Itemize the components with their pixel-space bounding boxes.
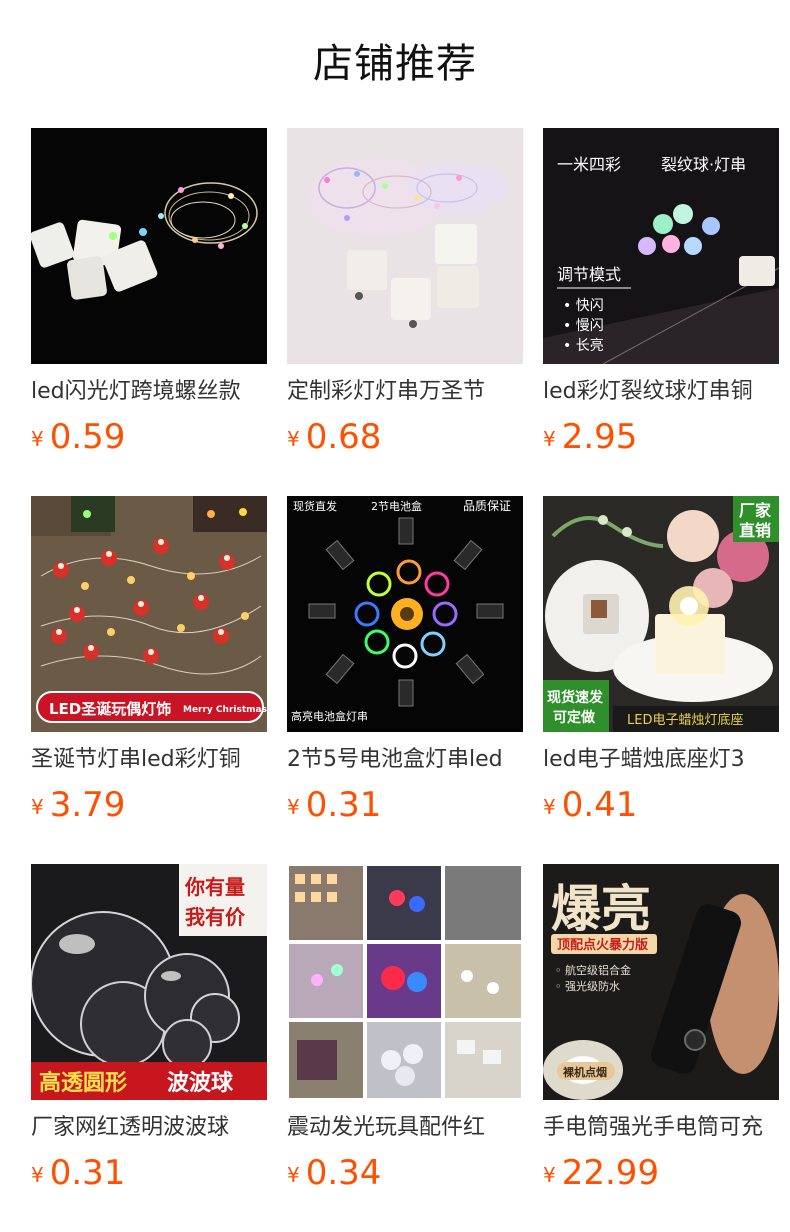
image-text: 我有价 xyxy=(185,905,246,929)
product-price: ¥3.79 xyxy=(31,782,125,828)
product-price: ¥0.31 xyxy=(287,782,381,828)
image-text: 厂家 xyxy=(739,501,772,520)
product-name[interactable]: 圣诞节灯串led彩灯铜 xyxy=(31,744,267,776)
price-value: 3.79 xyxy=(49,785,126,825)
image-text: 调节模式 xyxy=(557,265,621,284)
image-text: 你有量 xyxy=(184,875,245,899)
image-text: ◦ 航空级铝合金 xyxy=(555,963,631,977)
product-image-vibration-light-parts[interactable] xyxy=(287,864,523,1100)
image-text: 高透圆形 xyxy=(39,1070,127,1096)
currency-symbol: ¥ xyxy=(287,1163,300,1187)
product-name[interactable]: 厂家网红透明波波球 xyxy=(31,1112,267,1144)
product-image-crackle-ball-lights[interactable]: 一米四彩 裂纹球·灯串 调节模式 • 快闪 • 慢闪 • 长亮 xyxy=(543,128,779,364)
price-value: 0.59 xyxy=(49,417,126,457)
currency-symbol: ¥ xyxy=(31,795,44,819)
product-price: ¥22.99 xyxy=(543,1150,659,1196)
product-card[interactable]: 震动发光玩具配件红 ¥0.34 xyxy=(287,864,523,1194)
product-price: ¥0.34 xyxy=(287,1150,381,1196)
image-text: LED电子蜡烛灯底座 xyxy=(627,712,743,728)
product-price: ¥0.41 xyxy=(543,782,637,828)
price-value: 0.68 xyxy=(305,417,382,457)
image-text: 裸机点烟 xyxy=(563,1065,607,1079)
product-image-bobo-balloons[interactable]: 你有量 我有价 高透圆形 波波球 xyxy=(31,864,267,1100)
product-card[interactable]: 一米四彩 裂纹球·灯串 调节模式 • 快闪 • 慢闪 • 长亮 led彩灯裂纹球… xyxy=(543,128,779,458)
product-price: ¥2.95 xyxy=(543,414,637,460)
product-name[interactable]: 手电筒强光手电筒可充 xyxy=(543,1112,779,1144)
product-name[interactable]: led彩灯裂纹球灯串铜 xyxy=(543,376,779,408)
product-price: ¥0.31 xyxy=(31,1150,125,1196)
product-card[interactable]: 定制彩灯灯串万圣节 ¥0.68 xyxy=(287,128,523,458)
product-name[interactable]: 定制彩灯灯串万圣节 xyxy=(287,376,523,408)
product-card[interactable]: 现货直发 2节电池盒 品质保证 高亮电池盒灯串 2节5号电池盒灯串led ¥0.… xyxy=(287,496,523,826)
product-name[interactable]: 震动发光玩具配件红 xyxy=(287,1112,523,1144)
product-name[interactable]: 2节5号电池盒灯串led xyxy=(287,744,523,776)
image-text: 高亮电池盒灯串 xyxy=(291,709,368,723)
currency-symbol: ¥ xyxy=(543,1163,556,1187)
currency-symbol: ¥ xyxy=(31,427,44,451)
product-card[interactable]: 爆亮 顶配点火暴力版 ◦ 航空级铝合金 ◦ 强光级防水 裸机点烟 手电筒强光手电… xyxy=(543,864,779,1194)
product-name[interactable]: led电子蜡烛底座灯3 xyxy=(543,744,779,776)
product-card[interactable]: LED圣诞玩偶灯饰 Merry Christmas 圣诞节灯串led彩灯铜 ¥3… xyxy=(31,496,267,826)
image-text: 裂纹球·灯串 xyxy=(661,155,746,174)
product-image-santa-string-lights[interactable]: LED圣诞玩偶灯饰 Merry Christmas xyxy=(31,496,267,732)
product-card[interactable]: 厂家 直销 现货速发 可定做 LED电子蜡烛灯底座 led电子蜡烛底座灯3 ¥0… xyxy=(543,496,779,826)
image-text: 爆亮 xyxy=(551,880,651,938)
image-text: 现货直发 xyxy=(293,499,337,513)
image-text: • 快闪 xyxy=(563,298,604,314)
product-card[interactable]: 你有量 我有价 高透圆形 波波球 厂家网红透明波波球 ¥0.31 xyxy=(31,864,267,1194)
image-text: 直销 xyxy=(739,521,771,540)
currency-symbol: ¥ xyxy=(543,795,556,819)
product-price: ¥0.59 xyxy=(31,414,125,460)
product-image-flashlight[interactable]: 爆亮 顶配点火暴力版 ◦ 航空级铝合金 ◦ 强光级防水 裸机点烟 xyxy=(543,864,779,1100)
product-image-battery-box-lights[interactable]: 现货直发 2节电池盒 品质保证 高亮电池盒灯串 xyxy=(287,496,523,732)
image-text: 品质保证 xyxy=(463,499,511,513)
image-text: • 慢闪 xyxy=(563,317,604,334)
currency-symbol: ¥ xyxy=(287,795,300,819)
image-text: 一米四彩 xyxy=(557,155,621,174)
product-price: ¥0.68 xyxy=(287,414,381,460)
price-value: 22.99 xyxy=(561,1153,660,1193)
price-value: 2.95 xyxy=(561,417,638,457)
image-text: 顶配点火暴力版 xyxy=(557,937,648,953)
image-text: 波波球 xyxy=(167,1071,234,1096)
price-value: 0.34 xyxy=(305,1153,382,1193)
product-image-candle-base-light[interactable]: 厂家 直销 现货速发 可定做 LED电子蜡烛灯底座 xyxy=(543,496,779,732)
price-value: 0.31 xyxy=(305,785,382,825)
image-text: LED圣诞玩偶灯饰 xyxy=(49,700,171,718)
image-text: 现货速发 xyxy=(547,689,604,706)
product-image-colorful-string-lights[interactable] xyxy=(287,128,523,364)
image-text: 可定做 xyxy=(553,709,596,726)
currency-symbol: ¥ xyxy=(543,427,556,451)
image-text: ◦ 强光级防水 xyxy=(555,979,620,993)
currency-symbol: ¥ xyxy=(287,427,300,451)
product-image-led-string-lights[interactable] xyxy=(31,128,267,364)
price-value: 0.41 xyxy=(561,785,638,825)
price-value: 0.31 xyxy=(49,1153,126,1193)
product-card[interactable]: led闪光灯跨境螺丝款 ¥0.59 xyxy=(31,128,267,458)
product-name[interactable]: led闪光灯跨境螺丝款 xyxy=(31,376,267,408)
page-title: 店铺推荐 xyxy=(313,41,477,87)
currency-symbol: ¥ xyxy=(31,1163,44,1187)
image-text: 2节电池盒 xyxy=(371,499,422,513)
image-text: Merry Christmas xyxy=(183,705,267,715)
image-text: • 长亮 xyxy=(563,337,604,354)
